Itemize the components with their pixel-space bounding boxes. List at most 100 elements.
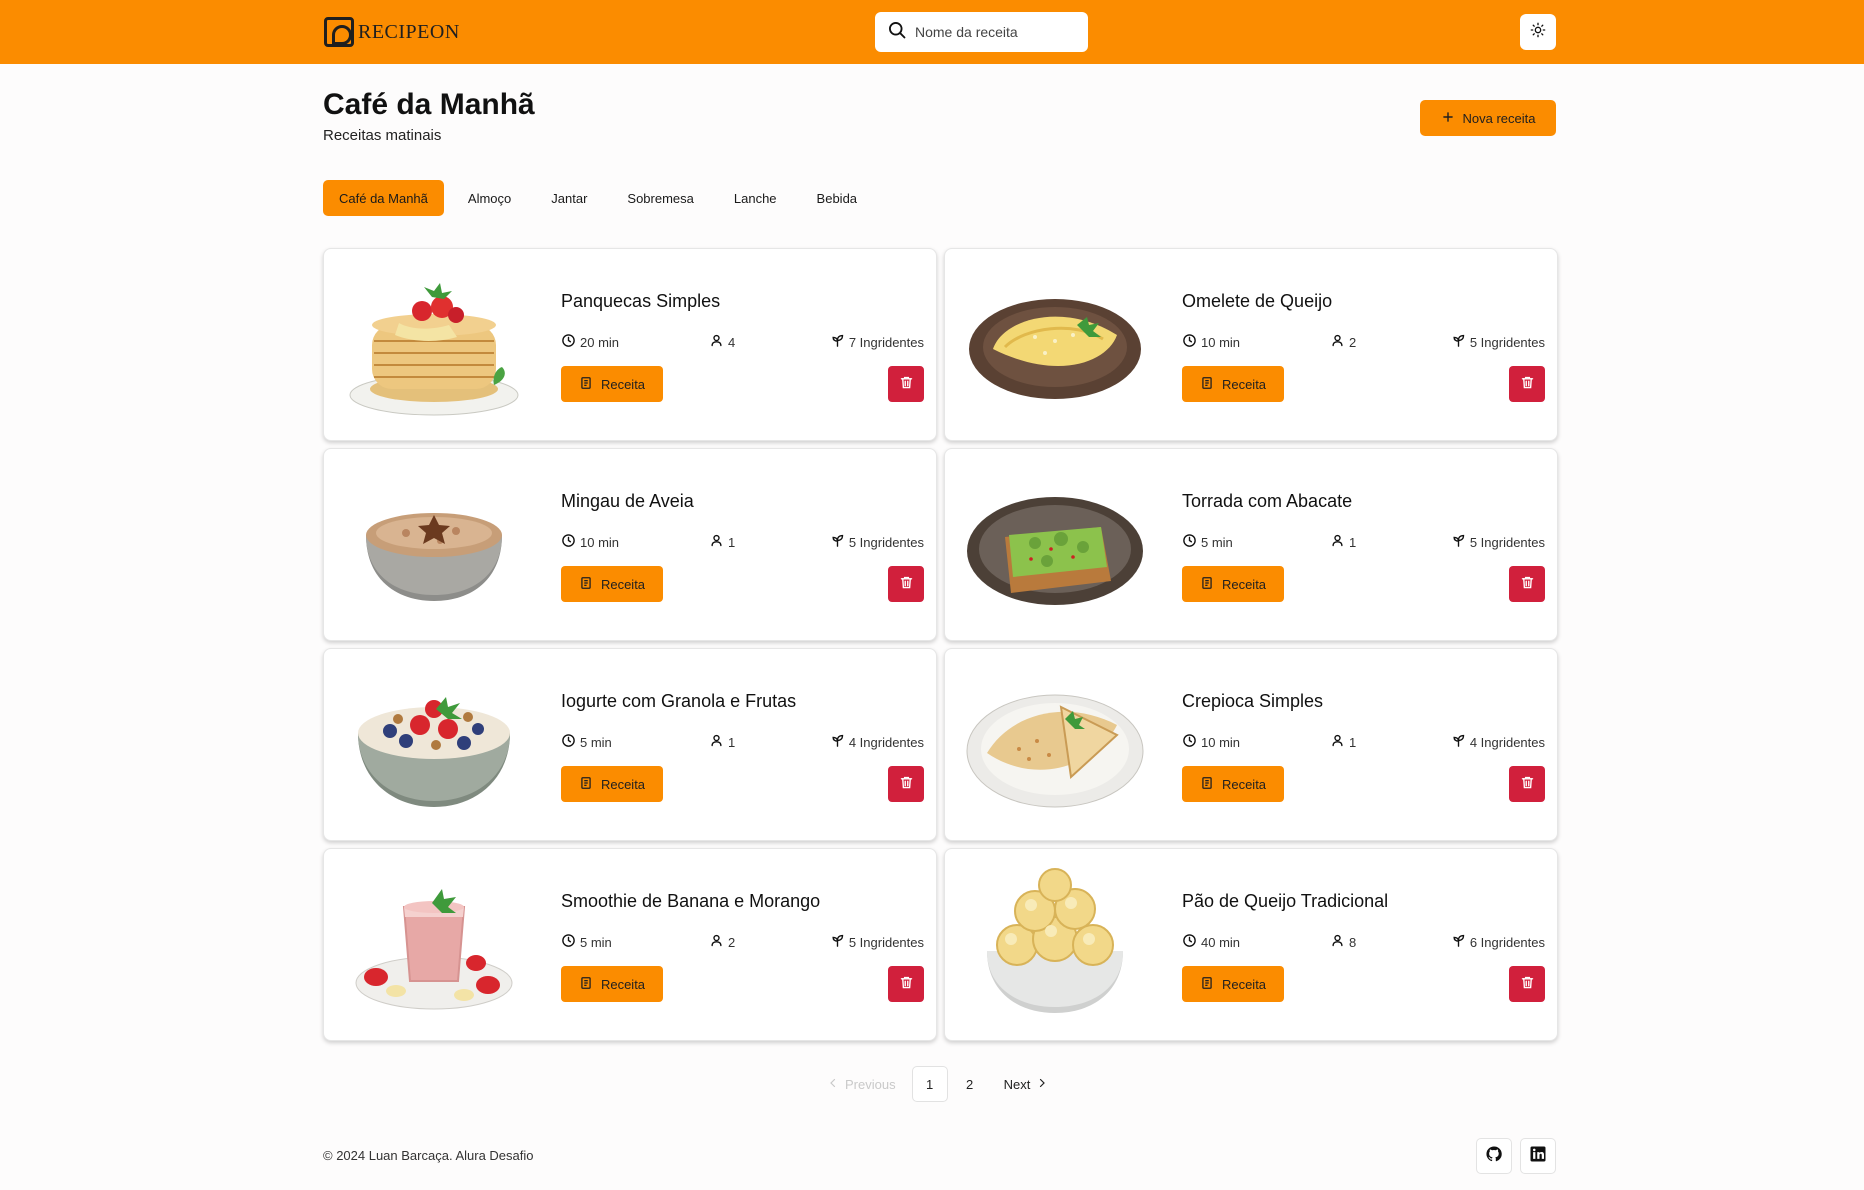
trash-icon: [1520, 375, 1535, 393]
logo-icon: [324, 17, 354, 47]
recipe-card[interactable]: Omelete de Queijo 10 min 2 5 Ingridentes…: [944, 248, 1558, 441]
recipe-servings-value: 2: [728, 934, 736, 950]
pagination-previous: Previous: [815, 1066, 908, 1102]
github-link[interactable]: [1476, 1138, 1512, 1174]
search-icon: [887, 20, 907, 45]
recipe-title: Pão de Queijo Tradicional: [1182, 891, 1389, 911]
trash-icon: [1520, 575, 1535, 593]
recipe-title: Mingau de Aveia: [561, 491, 694, 511]
logo-text: RECIPEON: [358, 20, 460, 43]
view-recipe-button[interactable]: Receita: [1182, 966, 1284, 1002]
search-box[interactable]: [875, 12, 1088, 52]
trash-icon: [899, 375, 914, 393]
plus-icon: [1441, 110, 1455, 127]
recipe-servings-value: 8: [1349, 934, 1357, 950]
recipe-card[interactable]: Torrada com Abacate 5 min 1 5 Ingridente…: [944, 448, 1558, 641]
tab-jantar[interactable]: Jantar: [535, 180, 603, 216]
delete-recipe-button[interactable]: [1509, 366, 1545, 402]
recipe-title: Crepioca Simples: [1182, 691, 1324, 711]
linkedin-icon: [1529, 1145, 1547, 1168]
delete-recipe-button[interactable]: [1509, 566, 1545, 602]
view-recipe-button[interactable]: Receita: [1182, 366, 1284, 402]
delete-recipe-button[interactable]: [1509, 766, 1545, 802]
recipe-ingredients-value: 5 Ingridentes: [1469, 334, 1545, 350]
view-recipe-button[interactable]: Receita: [561, 966, 663, 1002]
new-recipe-button[interactable]: Nova receita: [1420, 100, 1556, 136]
recipe-card[interactable]: Crepioca Simples 10 min 1 4 Ingridentes …: [944, 648, 1558, 841]
book-icon: [579, 576, 593, 593]
recipe-ingredients: 5 Ingridentes: [830, 933, 924, 951]
book-icon: [579, 976, 593, 993]
linkedin-link[interactable]: [1520, 1138, 1556, 1174]
omelette-plate-image: [965, 267, 1145, 423]
top-header: RECIPEON: [0, 0, 1864, 64]
recipe-card[interactable]: Smoothie de Banana e Morango 5 min 2 5 I…: [323, 848, 937, 1041]
oatmeal-bowl-image: [344, 467, 524, 623]
view-recipe-button[interactable]: Receita: [561, 366, 663, 402]
book-icon: [579, 776, 593, 793]
book-icon: [579, 376, 593, 393]
recipe-card[interactable]: Iogurte com Granola e Frutas 5 min 1 4 I…: [323, 648, 937, 841]
recipe-time: 10 min: [561, 533, 619, 551]
tab-sobremesa[interactable]: Sobremesa: [611, 180, 709, 216]
clock-icon: [1182, 733, 1197, 751]
recipe-card[interactable]: Panquecas Simples 20 min 4 7 Ingridentes…: [323, 248, 937, 441]
recipe-time: 5 min: [561, 733, 612, 751]
view-recipe-label: Receita: [1221, 376, 1267, 392]
recipe-servings: 1: [709, 533, 735, 551]
theme-toggle-button[interactable]: [1520, 14, 1556, 50]
recipe-ingredients-value: 5 Ingridentes: [848, 934, 924, 950]
recipe-title: Smoothie de Banana e Morango: [561, 891, 821, 911]
app-logo[interactable]: RECIPEON: [324, 16, 460, 48]
trash-icon: [1520, 775, 1535, 793]
book-icon: [1200, 376, 1214, 393]
recipe-time: 40 min: [1182, 933, 1240, 951]
sprout-icon: [1451, 933, 1466, 951]
book-icon: [1200, 976, 1214, 993]
pagination-page-1[interactable]: 1: [911, 1066, 948, 1102]
tab-lanche[interactable]: Lanche: [718, 180, 793, 216]
tab-cafe-da-manha[interactable]: Café da Manhã: [323, 180, 444, 216]
view-recipe-button[interactable]: Receita: [561, 766, 663, 802]
recipe-time-value: 5 min: [1201, 534, 1233, 550]
page-subtitle: Receitas matinais: [323, 127, 442, 144]
next-label: Next: [1003, 1076, 1031, 1092]
search-input[interactable]: [915, 24, 1075, 40]
view-recipe-button[interactable]: Receita: [1182, 566, 1284, 602]
user-icon: [709, 733, 724, 751]
new-recipe-label: Nova receita: [1462, 110, 1536, 126]
pancake-stack-image: [344, 267, 524, 423]
tab-almoco[interactable]: Almoço: [452, 180, 527, 216]
recipe-time-value: 20 min: [580, 334, 620, 350]
view-recipe-label: Receita: [600, 576, 646, 592]
recipe-servings: 1: [1330, 733, 1356, 751]
delete-recipe-button[interactable]: [888, 566, 924, 602]
recipe-ingredients-value: 5 Ingridentes: [848, 534, 924, 550]
delete-recipe-button[interactable]: [888, 966, 924, 1002]
pagination-page-2[interactable]: 2: [952, 1066, 988, 1102]
view-recipe-button[interactable]: Receita: [1182, 766, 1284, 802]
recipe-card[interactable]: Pão de Queijo Tradicional 40 min 8 6 Ing…: [944, 848, 1558, 1041]
recipe-card[interactable]: Mingau de Aveia 10 min 1 5 Ingridentes R…: [323, 448, 937, 641]
sprout-icon: [830, 533, 845, 551]
delete-recipe-button[interactable]: [888, 366, 924, 402]
clock-icon: [1182, 533, 1197, 551]
delete-recipe-button[interactable]: [888, 766, 924, 802]
delete-recipe-button[interactable]: [1509, 966, 1545, 1002]
recipe-ingredients-value: 4 Ingridentes: [1469, 734, 1545, 750]
page-title: Café da Manhã: [323, 88, 535, 121]
trash-icon: [899, 575, 914, 593]
trash-icon: [899, 975, 914, 993]
book-icon: [1200, 576, 1214, 593]
recipe-ingredients-value: 7 Ingridentes: [848, 334, 924, 350]
recipe-servings-value: 1: [1349, 734, 1357, 750]
clock-icon: [561, 333, 576, 351]
recipe-ingredients-value: 5 Ingridentes: [1469, 534, 1545, 550]
cheese-bread-bowl-image: [965, 867, 1145, 1023]
tab-bebida[interactable]: Bebida: [801, 180, 873, 216]
pagination-next[interactable]: Next: [992, 1066, 1061, 1102]
clock-icon: [1182, 333, 1197, 351]
footer-copyright: © 2024 Luan Barcaça. Alura Desafio: [323, 1148, 534, 1163]
recipe-servings-value: 2: [1349, 334, 1357, 350]
view-recipe-button[interactable]: Receita: [561, 566, 663, 602]
